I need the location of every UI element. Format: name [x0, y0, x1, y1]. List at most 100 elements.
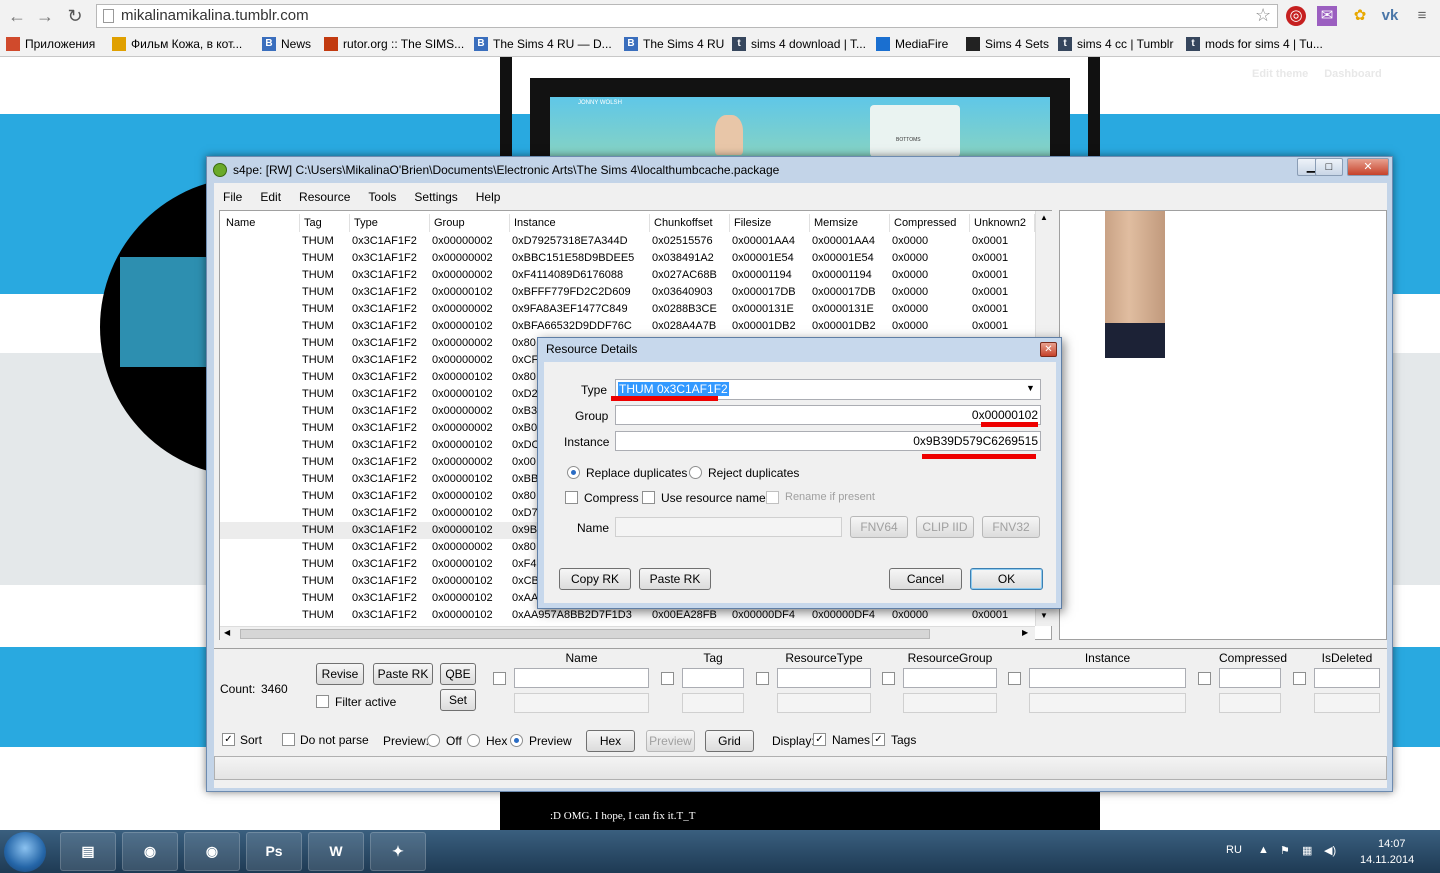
table-row[interactable]: THUM 0x3C1AF1F2 0x00000002 0x9FA8A3EF1477C8… — [220, 301, 1035, 318]
filter-value-tag[interactable] — [682, 668, 744, 688]
maximize-icon[interactable]: □ — [1315, 158, 1343, 176]
preview-off-radio[interactable] — [427, 734, 440, 747]
filter-value-resourcetype[interactable] — [777, 668, 871, 688]
mail-extension-icon[interactable]: ✉ — [1317, 6, 1337, 26]
bookmark-2[interactable]: B News — [262, 35, 311, 53]
display-names-checkbox[interactable]: ✓ — [813, 733, 826, 746]
scroll-up-icon[interactable]: ▲ — [1040, 213, 1048, 222]
compress-checkbox[interactable] — [565, 491, 578, 504]
chrome-profile-icon[interactable]: ◉ — [184, 832, 240, 871]
bookmark-8[interactable]: Sims 4 Sets — [966, 35, 1049, 53]
table-row[interactable]: THUM 0x3C1AF1F2 0x00000102 0xBFA66532D9DDF7… — [220, 318, 1035, 335]
chrome-icon[interactable]: ◉ — [122, 832, 178, 871]
action-center-icon[interactable]: ⚑ — [1280, 844, 1290, 857]
scroll-left-icon[interactable]: ◀ — [224, 628, 230, 637]
ok-button[interactable]: OK — [970, 568, 1043, 590]
table-row[interactable]: THUM 0x3C1AF1F2 0x00000102 0xBFFF779FD2C2D6… — [220, 284, 1035, 301]
column-header-name[interactable]: Name — [222, 214, 300, 232]
column-header-type[interactable]: Type — [350, 214, 430, 232]
column-header-unknown2[interactable]: Unknown2 — [970, 214, 1035, 232]
volume-icon[interactable]: ◀) — [1324, 844, 1336, 857]
revise-button[interactable]: Revise — [316, 663, 364, 685]
cancel-button[interactable]: Cancel — [889, 568, 962, 590]
reload-icon[interactable]: ↻ — [64, 5, 86, 27]
chevron-down-icon[interactable]: ▼ — [1026, 383, 1035, 393]
filter-value-compressed[interactable] — [1219, 668, 1281, 688]
menu-tools[interactable]: Tools — [359, 183, 405, 209]
tray-arrow-icon[interactable]: ▲ — [1258, 844, 1269, 856]
photoshop-icon[interactable]: Ps — [246, 832, 302, 871]
preview-preview-radio[interactable] — [510, 734, 523, 747]
horizontal-scroll-thumb[interactable] — [240, 629, 930, 639]
vk-extension-icon[interactable]: vk — [1380, 6, 1400, 26]
dashboard-button[interactable]: Dashboard — [1318, 65, 1388, 83]
address-bar[interactable]: mikalinamikalina.tumblr.com — [96, 4, 1278, 28]
filter-checkbox-instance[interactable] — [1008, 672, 1021, 685]
column-header-tag[interactable]: Tag — [300, 214, 350, 232]
bookmark-10[interactable]: t mods for sims 4 | Tu... — [1186, 35, 1323, 53]
filter-active-checkbox[interactable] — [316, 695, 329, 708]
scroll-down-icon[interactable]: ▼ — [1040, 611, 1048, 620]
set-button[interactable]: Set — [440, 689, 476, 711]
grid-button[interactable]: Grid — [705, 730, 754, 752]
dialog-close-icon[interactable]: ✕ — [1040, 342, 1057, 357]
column-header-instance[interactable]: Instance — [510, 214, 650, 232]
filter-checkbox-compressed[interactable] — [1198, 672, 1211, 685]
column-header-chunkoffset[interactable]: Chunkoffset — [650, 214, 730, 232]
paste-rk-button[interactable]: Paste RK — [373, 663, 433, 685]
filter-checkbox-resourcetype[interactable] — [756, 672, 769, 685]
bookmark-3[interactable]: rutor.org :: The SIMS... — [324, 35, 464, 53]
bookmark-5[interactable]: B The Sims 4 RU — [624, 35, 724, 53]
filter-checkbox-name[interactable] — [493, 672, 506, 685]
table-row[interactable]: THUM 0x3C1AF1F2 0x00000002 0xD79257318E7A34… — [220, 233, 1035, 250]
menu-file[interactable]: File — [214, 183, 251, 209]
table-row[interactable]: THUM 0x3C1AF1F2 0x00000002 0xBBC151E58D9BDE… — [220, 250, 1035, 267]
reject-duplicates-radio[interactable] — [689, 466, 702, 479]
preview-hex-radio[interactable] — [467, 734, 480, 747]
filter-value-isdeleted[interactable] — [1314, 668, 1380, 688]
language-indicator[interactable]: RU — [1226, 844, 1242, 856]
group-field[interactable]: 0x00000102 — [615, 405, 1041, 425]
bookmark-9[interactable]: t sims 4 cc | Tumblr — [1058, 35, 1173, 53]
adblock-extension-icon[interactable]: ◎ — [1286, 6, 1306, 26]
filter-value-instance[interactable] — [1029, 668, 1186, 688]
filter-checkbox-tag[interactable] — [661, 672, 674, 685]
bookmark-star-icon[interactable]: ☆ — [1255, 5, 1271, 26]
menu-edit[interactable]: Edit — [251, 183, 290, 209]
s4pe-icon[interactable]: ✦ — [370, 832, 426, 871]
use-resource-name-checkbox[interactable] — [642, 491, 655, 504]
horizontal-scrollbar[interactable]: ◀ ▶ — [220, 626, 1035, 640]
filter-value-resourcegroup[interactable] — [903, 668, 997, 688]
filter-value-name[interactable] — [514, 668, 649, 688]
filter-checkbox-resourcegroup[interactable] — [882, 672, 895, 685]
back-icon[interactable]: ← — [6, 5, 28, 27]
paste-rk-dialog-button[interactable]: Paste RK — [639, 568, 711, 590]
menu-resource[interactable]: Resource — [290, 183, 359, 209]
word-icon[interactable]: W — [308, 832, 364, 871]
bookmark-1[interactable]: Фильм Кожа, в кот... — [112, 35, 242, 53]
column-header-memsize[interactable]: Memsize — [810, 214, 890, 232]
column-header-filesize[interactable]: Filesize — [730, 214, 810, 232]
clock-time[interactable]: 14:07 — [1378, 838, 1406, 850]
edit-theme-button[interactable]: Edit theme — [1246, 65, 1315, 83]
file-explorer-icon[interactable]: ▤ — [60, 832, 116, 871]
bookmark-7[interactable]: MediaFire — [876, 35, 948, 53]
bookmark-4[interactable]: B The Sims 4 RU — D... — [474, 35, 612, 53]
clock-date[interactable]: 14.11.2014 — [1360, 854, 1414, 866]
sort-checkbox[interactable]: ✓ — [222, 733, 235, 746]
network-icon[interactable]: ▦ — [1302, 844, 1312, 857]
menu-settings[interactable]: Settings — [405, 183, 466, 209]
filter-checkbox-isdeleted[interactable] — [1293, 672, 1306, 685]
replace-duplicates-radio[interactable] — [567, 466, 580, 479]
scroll-right-icon[interactable]: ▶ — [1022, 628, 1028, 637]
column-header-compressed[interactable]: Compressed — [890, 214, 970, 232]
menu-icon[interactable]: ≡ — [1412, 6, 1432, 26]
instance-field[interactable]: 0x9B39D579C6269515 — [615, 431, 1041, 451]
hex-button[interactable]: Hex — [586, 730, 635, 752]
bookmark-6[interactable]: t sims 4 download | T... — [732, 35, 866, 53]
bookmark-0[interactable]: Приложения — [6, 35, 95, 53]
table-row[interactable]: THUM 0x3C1AF1F2 0x00000002 0xF4114089D61760… — [220, 267, 1035, 284]
flower-extension-icon[interactable]: ✿ — [1350, 6, 1370, 26]
qbe-button[interactable]: QBE — [440, 663, 476, 685]
display-tags-checkbox[interactable]: ✓ — [872, 733, 885, 746]
